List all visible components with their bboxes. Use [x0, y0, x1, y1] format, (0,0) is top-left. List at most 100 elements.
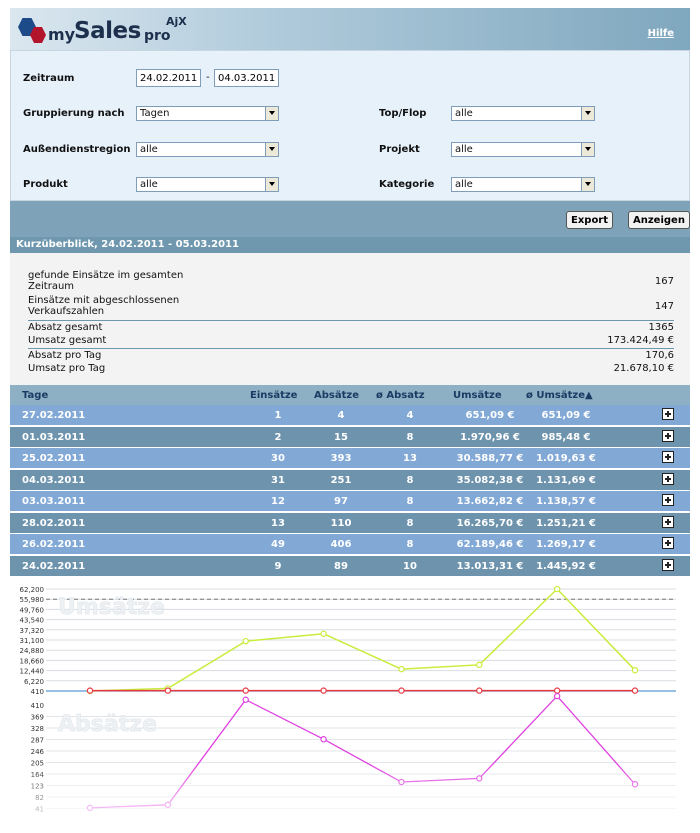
y-tick-label: 410 [31, 688, 44, 696]
data-point [631, 687, 639, 694]
category-value: alle [455, 179, 473, 190]
data-point [476, 661, 483, 669]
table-cell: 1.131,69 € [536, 474, 596, 486]
table-row[interactable]: 25.02.2011 30 393 13 30.588,77 € 1.019,63 € [10, 448, 690, 469]
column-header-revenue[interactable]: Umsätze [453, 390, 502, 401]
table-row[interactable]: 28.02.2011 13 110 8 16.265,70 € 1.251,21 € [10, 512, 690, 534]
page: my Sales pro AjX Hilfe Zeitraum - Gruppi… [10, 8, 690, 833]
category-select[interactable]: alle [451, 177, 595, 192]
summary-divider [28, 348, 674, 349]
grouping-label: Gruppierung nach [23, 108, 125, 119]
table-cell: 4 [406, 410, 414, 421]
expand-plus-icon[interactable] [662, 408, 674, 420]
y-tick-label: 328 [31, 725, 44, 733]
expand-plus-icon[interactable] [662, 451, 674, 463]
help-link[interactable]: Hilfe [648, 28, 674, 39]
table-cell: 651,09 € [541, 410, 591, 421]
region-label: Außendienstregion [23, 144, 131, 155]
column-header-days[interactable]: Tage [22, 390, 48, 401]
table-cell: 16.265,70 € [456, 517, 524, 529]
topflop-select[interactable]: alle [451, 106, 595, 121]
column-header-sales-qty[interactable]: Absätze [314, 390, 359, 401]
table-row[interactable]: 04.03.2011 31 251 8 35.082,38 € 1.131,69 € [10, 469, 690, 491]
data-point [553, 692, 561, 700]
data-point [86, 804, 94, 812]
date-from-input[interactable] [136, 69, 201, 87]
data-point [242, 696, 249, 703]
y-tick-label: 24,880 [20, 647, 45, 655]
table-cell: 1.269,17 € [536, 539, 596, 550]
table-cell: 8 [406, 431, 414, 443]
y-tick-label: 287 [31, 737, 44, 745]
table-cell: 49 [271, 539, 285, 550]
summary-label: Absatz pro Tag [28, 350, 102, 361]
data-point [553, 687, 561, 694]
product-value: alle [140, 179, 158, 190]
y-tick-label: 6,220 [24, 678, 44, 686]
table-row[interactable]: 26.02.2011 49 406 8 62.189,46 € 1.269,17 € [10, 534, 690, 555]
y-tick-label: 82 [35, 794, 44, 802]
table-cell: 13 [403, 453, 417, 464]
data-point [164, 687, 172, 694]
product-select[interactable]: alle [136, 177, 279, 192]
chevron-down-icon [265, 143, 278, 156]
data-point [242, 637, 249, 645]
column-header-avg-revenue[interactable]: ø Umsätze▲ [526, 390, 593, 401]
column-header-avg-sales-qty[interactable]: ø Absatz [376, 390, 425, 401]
topflop-value: alle [455, 108, 473, 119]
data-point [242, 687, 249, 694]
data-point [476, 687, 483, 694]
data-point [86, 687, 94, 694]
logo-text-ajx: AjX [166, 15, 187, 28]
table-cell: 97 [334, 496, 348, 507]
table-row[interactable]: 01.03.2011 2 15 8 1.970,96 € 985,48 € [10, 426, 690, 448]
summary-label: gefunde Einsätze im gesamten Zeitraum [28, 270, 184, 292]
table-cell: 251 [330, 474, 352, 486]
period-label: Zeitraum [23, 73, 75, 84]
summary-value: 1365 [648, 322, 674, 333]
chevron-down-icon [581, 107, 594, 120]
filter-panel: Zeitraum - Gruppierung nach Tagen Top/Fl… [10, 50, 690, 201]
table-cell: 1 [274, 410, 282, 421]
product-label: Produkt [23, 179, 68, 190]
table-cell: 15 [334, 431, 348, 443]
table-cell: 35.082,38 € [456, 474, 524, 486]
date-to-input[interactable] [214, 69, 279, 87]
table-row[interactable]: 03.03.2011 12 97 8 13.662,82 € 1.138,57 € [10, 491, 690, 512]
grouping-select[interactable]: Tagen [136, 106, 279, 121]
summary-value: 167 [654, 276, 674, 287]
export-button[interactable]: Export [566, 211, 614, 229]
summary-row: gefunde Einsätze im gesamten Zeitraum 16… [28, 270, 674, 294]
data-point [320, 687, 327, 694]
table-cell: 8 [406, 496, 414, 507]
table-cell: 03.03.2011 [22, 496, 86, 507]
expand-plus-icon[interactable] [662, 429, 674, 442]
table-cell: 1.138,57 € [536, 496, 596, 507]
y-tick-label: 43,540 [20, 617, 45, 625]
summary-value: 147 [654, 301, 674, 312]
logo-text-sales: Sales [74, 18, 141, 44]
y-tick-label: 369 [31, 714, 44, 722]
y-tick-label: 164 [31, 771, 45, 779]
show-button[interactable]: Anzeigen [628, 211, 690, 229]
chart-title-revenue: Umsätze [58, 595, 165, 620]
table-row[interactable]: 24.02.2011 9 89 10 13.013,31 € 1.445,92 € [10, 555, 690, 577]
expand-plus-icon[interactable] [662, 537, 674, 549]
expand-plus-icon[interactable] [662, 494, 674, 506]
column-header-assignments[interactable]: Einsätze [250, 390, 297, 401]
region-value: alle [140, 144, 158, 155]
expand-plus-icon[interactable] [662, 472, 674, 485]
table-cell: 2 [274, 431, 282, 443]
data-point [476, 775, 483, 782]
table-cell: 10 [403, 560, 417, 572]
table-cell: 62.189,46 € [456, 539, 524, 550]
table-cell: 985,48 € [541, 431, 591, 443]
expand-plus-icon[interactable] [662, 558, 674, 571]
expand-plus-icon[interactable] [662, 515, 674, 528]
summary-row: Absatz pro Tag 170,6 [28, 350, 674, 362]
data-point [398, 778, 405, 786]
project-select[interactable]: alle [451, 142, 595, 157]
table-row[interactable]: 27.02.2011 1 4 4 651,09 € 651,09 € [10, 405, 690, 426]
chart-title-sales-qty: Absätze [58, 712, 157, 737]
region-select[interactable]: alle [136, 142, 279, 157]
